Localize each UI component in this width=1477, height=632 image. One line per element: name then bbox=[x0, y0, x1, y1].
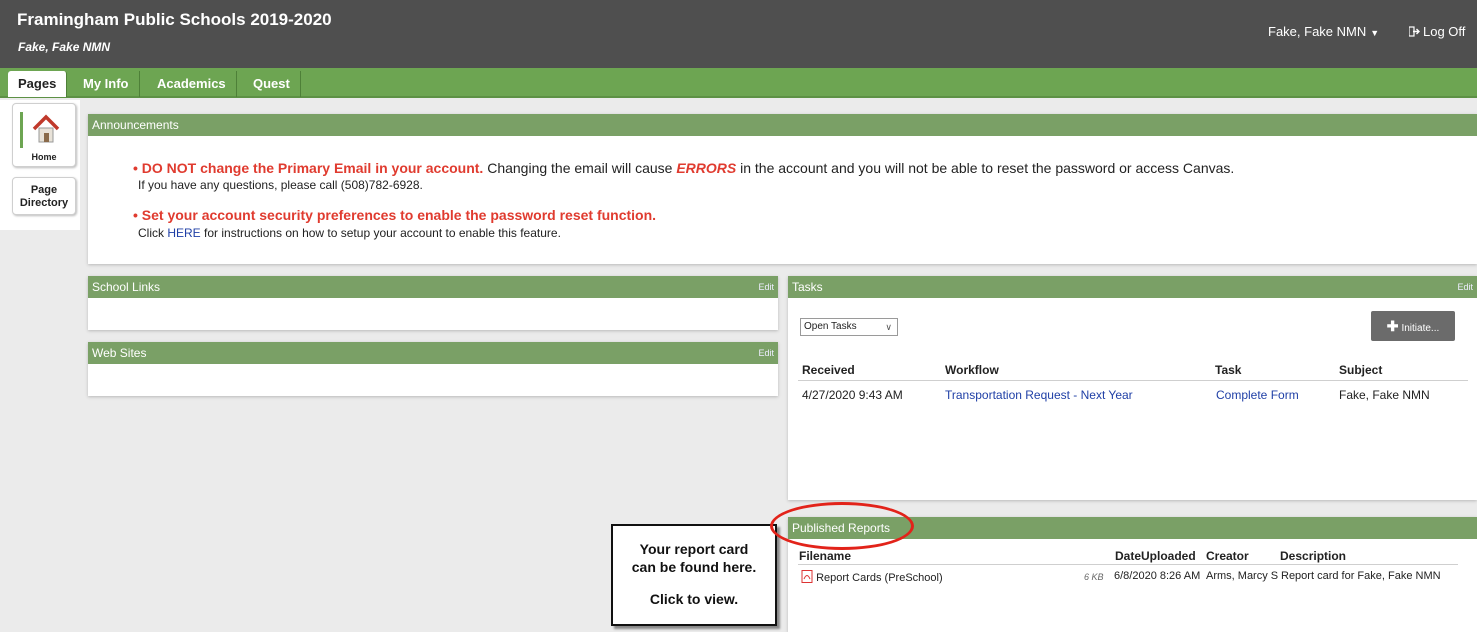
table-divider bbox=[798, 564, 1458, 565]
home-button[interactable]: Home bbox=[12, 103, 76, 167]
page-sidebar: Home Page Directory bbox=[0, 100, 80, 230]
report-creator: Arms, Marcy S bbox=[1206, 570, 1279, 582]
announcements-header: Announcements bbox=[88, 114, 1477, 136]
col-creator: Creator bbox=[1206, 549, 1249, 563]
initiate-button[interactable]: ✚ Initiate... bbox=[1371, 311, 1455, 341]
logout-icon bbox=[1408, 26, 1420, 37]
app-header: Framingham Public Schools 2019-2020 Fake… bbox=[0, 0, 1477, 68]
logoff-label: Log Off bbox=[1423, 24, 1466, 39]
page-directory-label-2: Directory bbox=[19, 197, 69, 209]
web-sites-panel: Web Sites Edit bbox=[88, 342, 778, 396]
web-sites-edit-link[interactable]: Edit bbox=[758, 342, 774, 364]
main-nav: Pages My Info Academics Quest bbox=[0, 68, 1477, 98]
tab-academics[interactable]: Academics bbox=[147, 71, 237, 97]
task-workflow-link[interactable]: Transportation Request - Next Year bbox=[945, 388, 1133, 402]
user-menu[interactable]: Fake, Fake NMN ▼ bbox=[1268, 24, 1379, 39]
web-sites-header: Web Sites Edit bbox=[88, 342, 778, 364]
announcement-1: • DO NOT change the Primary Email in you… bbox=[133, 160, 1235, 176]
col-task: Task bbox=[1215, 363, 1242, 377]
task-filter-select[interactable]: Open Tasks ∨ bbox=[800, 318, 898, 336]
page-directory-label-1: Page bbox=[30, 184, 58, 196]
task-complete-form-link[interactable]: Complete Form bbox=[1216, 388, 1299, 402]
announcement-2-bold: Set your account security preferences to… bbox=[141, 207, 657, 223]
task-subject: Fake, Fake NMN bbox=[1339, 388, 1430, 402]
task-received: 4/27/2020 9:43 AM bbox=[802, 388, 903, 402]
report-size: 6 KB bbox=[1084, 572, 1104, 582]
school-links-panel: School Links Edit bbox=[88, 276, 778, 330]
col-date-uploaded: DateUploaded bbox=[1115, 549, 1196, 563]
tab-my-info[interactable]: My Info bbox=[73, 71, 140, 97]
page-directory-button[interactable]: Page Directory bbox=[12, 177, 76, 215]
home-label: Home bbox=[31, 152, 57, 162]
errors-text: ERRORS bbox=[676, 160, 737, 176]
task-filter-value: Open Tasks bbox=[804, 321, 857, 332]
tasks-edit-link[interactable]: Edit bbox=[1457, 276, 1473, 298]
announcements-panel: Announcements • DO NOT change the Primar… bbox=[88, 114, 1477, 264]
report-row[interactable]: Report Cards (PreSchool) bbox=[801, 570, 943, 584]
announcement-1-sub: If you have any questions, please call (… bbox=[138, 178, 423, 192]
col-subject: Subject bbox=[1339, 363, 1383, 377]
student-name: Fake, Fake NMN bbox=[18, 40, 111, 54]
school-links-header: School Links Edit bbox=[88, 276, 778, 298]
user-menu-label: Fake, Fake NMN bbox=[1268, 24, 1367, 39]
instruction-callout: Your report card can be found here. Clic… bbox=[611, 524, 777, 626]
announcement-1-bold: DO NOT change the Primary Email in your … bbox=[141, 160, 484, 176]
col-received: Received bbox=[802, 363, 855, 377]
report-description: Report card for Fake, Fake NMN bbox=[1281, 570, 1441, 582]
school-links-edit-link[interactable]: Edit bbox=[758, 276, 774, 298]
table-divider bbox=[798, 380, 1468, 381]
col-workflow: Workflow bbox=[945, 363, 999, 377]
caret-down-icon: ▼ bbox=[1370, 28, 1380, 38]
pdf-icon bbox=[801, 570, 813, 583]
here-link[interactable]: HERE bbox=[167, 226, 200, 240]
tasks-header: Tasks Edit bbox=[788, 276, 1477, 298]
col-filename: Filename bbox=[799, 549, 852, 563]
announcement-2-sub: Click HERE for instructions on how to se… bbox=[138, 226, 561, 240]
page-title: Framingham Public Schools 2019-2020 bbox=[17, 10, 332, 29]
plus-icon: ✚ bbox=[1386, 318, 1399, 334]
report-date: 6/8/2020 8:26 AM bbox=[1114, 570, 1201, 582]
active-indicator bbox=[20, 112, 23, 148]
tab-quest[interactable]: Quest bbox=[243, 71, 301, 97]
tasks-panel: Tasks Edit Open Tasks ∨ ✚ Initiate... Rec… bbox=[788, 276, 1477, 500]
announcement-2: • Set your account security preferences … bbox=[133, 207, 657, 223]
highlight-oval bbox=[770, 502, 914, 550]
tab-pages[interactable]: Pages bbox=[8, 71, 68, 97]
home-icon bbox=[32, 114, 60, 143]
chevron-down-icon: ∨ bbox=[885, 322, 892, 332]
col-description: Description bbox=[1280, 549, 1347, 563]
report-filename-link[interactable]: Report Cards (PreSchool) bbox=[816, 572, 943, 584]
logoff-button[interactable]: Log Off bbox=[1408, 24, 1466, 39]
